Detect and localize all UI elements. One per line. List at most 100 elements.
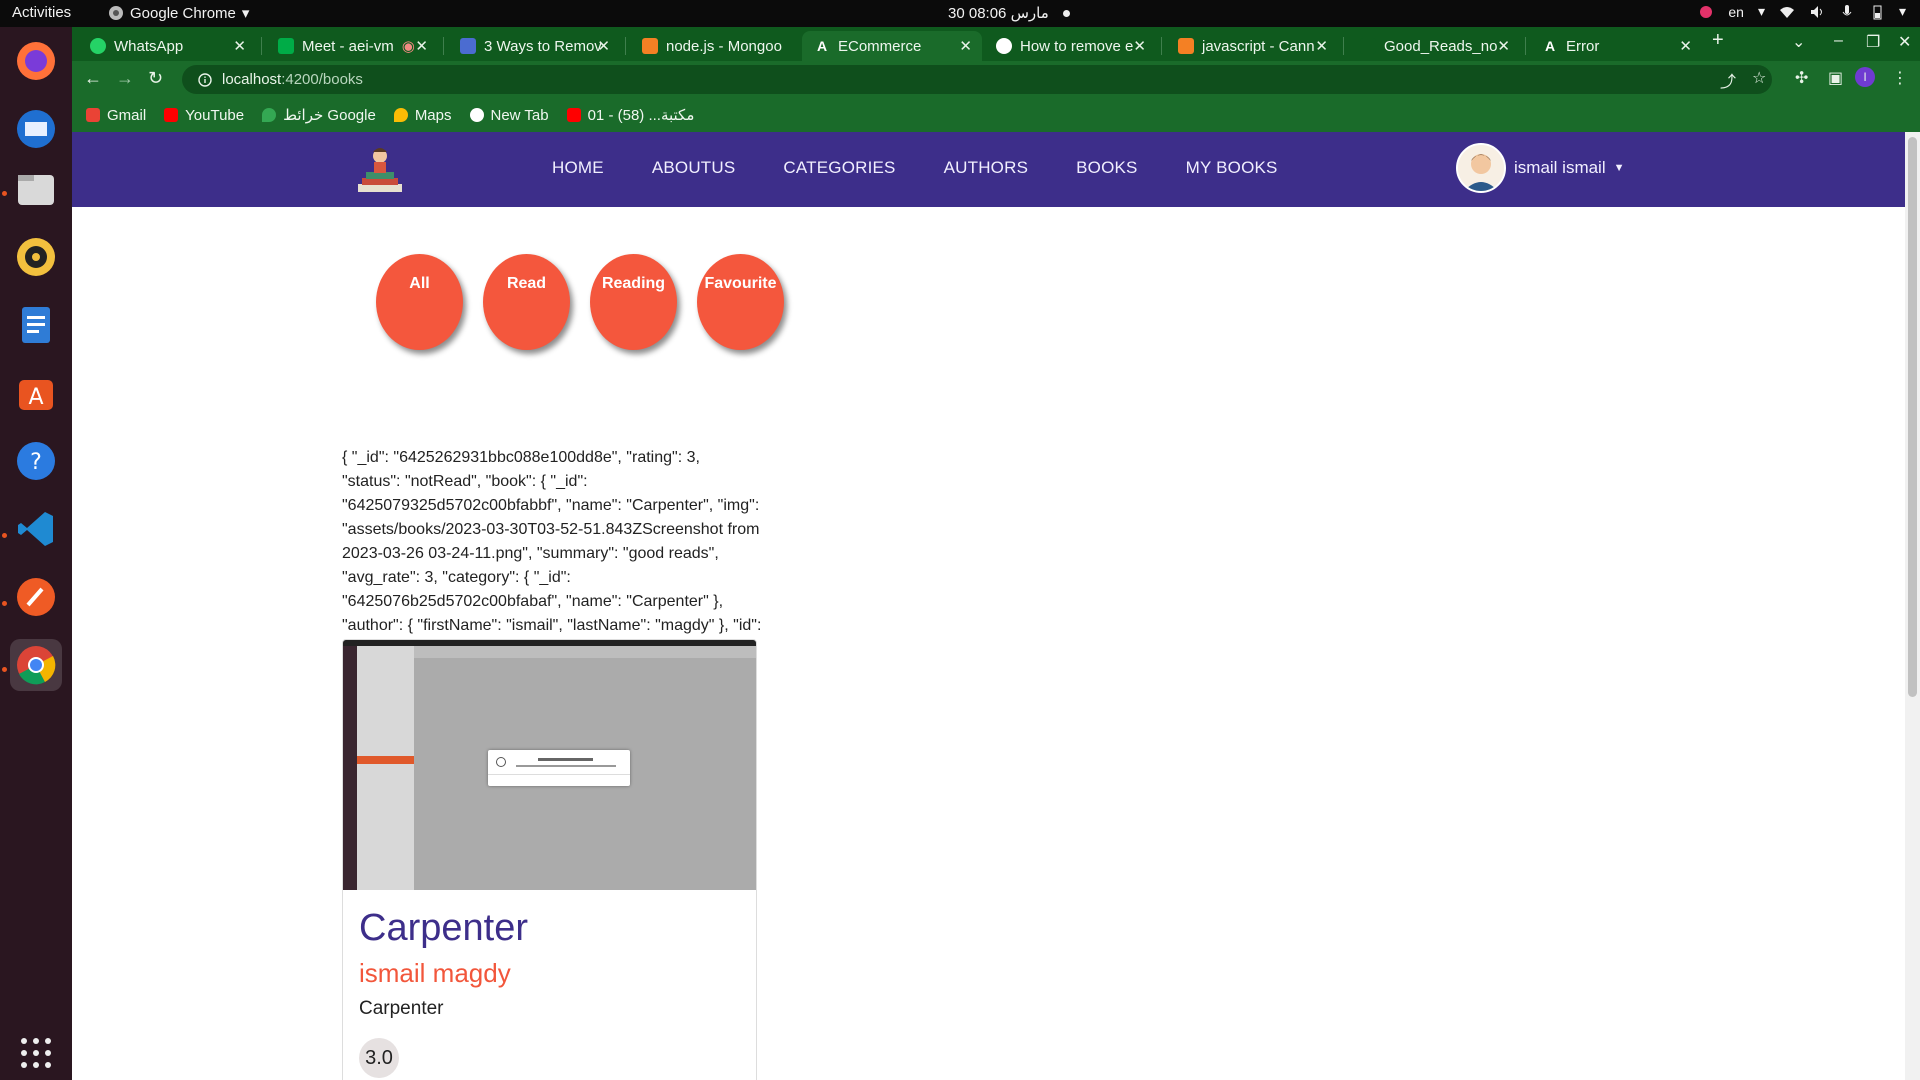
site-logo[interactable] [354, 142, 406, 196]
avatar [1456, 143, 1506, 193]
angular-icon: A [816, 38, 828, 54]
firefox-icon[interactable] [10, 35, 62, 87]
tab-title: ECommerce [838, 37, 922, 55]
tab-how-to-remove[interactable]: How to remove e ✕ [984, 31, 1156, 61]
chevron-down-icon: ▾ [1898, 3, 1906, 19]
filter-read-button[interactable]: Read [483, 254, 570, 350]
side-panel-icon[interactable]: ▣ [1828, 68, 1843, 88]
running-indicator [2, 191, 7, 196]
book-cover-image [343, 640, 756, 890]
nav-home[interactable]: HOME [552, 158, 604, 178]
postman-icon[interactable] [10, 571, 62, 623]
bookmark-label: Maps [414, 106, 452, 124]
book-category: Carpenter [359, 998, 444, 1019]
close-icon[interactable]: ✕ [1497, 37, 1510, 55]
extensions-icon[interactable]: ✣ [1795, 68, 1808, 88]
tab-ecommerce[interactable]: A ECommerce ✕ [802, 31, 982, 61]
tab-title: Good_Reads_no [1384, 37, 1498, 55]
nav-aboutus[interactable]: ABOUTUS [652, 158, 736, 178]
book-title[interactable]: Carpenter [359, 906, 740, 950]
nav-books[interactable]: BOOKS [1076, 158, 1137, 178]
filter-all-button[interactable]: All [376, 254, 463, 350]
activities-button[interactable]: Activities [12, 4, 71, 21]
tab-good-reads[interactable]: Good_Reads_no ✕ [1348, 31, 1520, 61]
files-icon[interactable] [10, 163, 62, 215]
close-icon[interactable]: ✕ [233, 37, 246, 55]
globe-icon [469, 108, 484, 122]
window-close-icon[interactable]: ✕ [1898, 32, 1911, 52]
grid-icon [460, 38, 476, 54]
reload-icon[interactable]: ↻ [148, 68, 163, 89]
bookmark-playlist[interactable]: 01 - مكتبة... (58) [566, 106, 695, 124]
app-center-icon[interactable]: A [10, 367, 62, 419]
user-menu[interactable]: ismail ismail ▼ [1456, 143, 1625, 193]
filter-favourite-button[interactable]: Favourite [697, 254, 784, 350]
scrollbar-thumb[interactable] [1908, 137, 1917, 697]
rating-badge: 3.0 [359, 1038, 399, 1078]
stackoverflow-icon [642, 38, 658, 54]
tab-whatsapp[interactable]: WhatsApp ✕ [78, 31, 256, 61]
bookmark-label: خرائط Google [283, 107, 376, 124]
caret-down-icon: ▼ [1613, 162, 1625, 174]
writer-icon[interactable] [10, 299, 62, 351]
nav-my-books[interactable]: MY BOOKS [1186, 158, 1278, 178]
tab-meet[interactable]: Meet - aei-vm ◉ ✕ [266, 31, 438, 61]
close-icon[interactable]: ✕ [959, 37, 972, 55]
bookmark-label: New Tab [490, 106, 549, 124]
book-card[interactable]: Carpenter ismail magdy Carpenter 3.0 [342, 639, 757, 1080]
bookmark-label: Gmail [107, 106, 147, 124]
tab-title: How to remove e [1020, 37, 1134, 55]
tab-title: Error [1566, 37, 1600, 55]
app-menu[interactable]: Google Chrome ▾ [108, 4, 249, 22]
forward-icon[interactable]: → [116, 68, 134, 89]
user-name: ismail ismail [1514, 158, 1606, 177]
profile-avatar[interactable]: I [1855, 67, 1875, 87]
chevron-down-icon: ▾ [1757, 3, 1765, 19]
more-menu-icon[interactable]: ⋮ [1892, 68, 1908, 88]
address-bar[interactable]: localhost:4200/books [182, 65, 1772, 94]
chrome-app-icon [109, 6, 123, 20]
close-icon[interactable]: ✕ [1679, 37, 1692, 55]
system-tray[interactable]: en ▾ ▾ [1698, 3, 1906, 20]
close-icon[interactable]: ✕ [1133, 37, 1146, 55]
svg-text:?: ? [30, 450, 42, 475]
bookmark-star-icon[interactable]: ☆ [1752, 68, 1766, 88]
close-icon[interactable]: ✕ [1315, 37, 1328, 55]
tab-title: javascript - Cann [1202, 37, 1315, 55]
new-tab-icon[interactable]: + [1712, 29, 1724, 52]
bookmark-new-tab[interactable]: New Tab [469, 106, 549, 124]
language-indicator[interactable]: en [1728, 4, 1744, 20]
clock[interactable]: 30 مارس 08:06 [948, 4, 1070, 22]
nav-categories[interactable]: CATEGORIES [783, 158, 895, 178]
chrome-icon[interactable] [10, 639, 62, 691]
tab-3-ways[interactable]: 3 Ways to Remov ✕ [448, 31, 620, 61]
dock: A ? [0, 27, 72, 1080]
site-navbar: HOME ABOUTUS CATEGORIES AUTHORS BOOKS MY… [72, 132, 1905, 207]
help-icon[interactable]: ? [10, 435, 62, 487]
back-icon[interactable]: ← [84, 68, 102, 89]
share-icon[interactable]: ⤴ [1720, 68, 1736, 92]
close-icon[interactable]: ✕ [597, 37, 610, 55]
tab-nodejs[interactable]: node.js - Mongoo [630, 31, 802, 61]
close-icon[interactable]: ✕ [415, 37, 428, 55]
bookmark-google-maps-ar[interactable]: خرائط Google [262, 106, 376, 124]
nav-authors[interactable]: AUTHORS [944, 158, 1029, 178]
book-author[interactable]: ismail magdy [359, 958, 740, 988]
filter-reading-button[interactable]: Reading [590, 254, 677, 350]
thunderbird-icon[interactable] [10, 103, 62, 155]
angular-icon: A [1544, 38, 1556, 54]
bookmark-youtube[interactable]: YouTube [164, 107, 244, 124]
show-apps-icon[interactable] [10, 1027, 62, 1079]
tab-search-icon[interactable]: ⌄ [1792, 32, 1805, 52]
minimize-icon[interactable]: – [1834, 32, 1843, 50]
bookmark-maps[interactable]: Maps [393, 106, 452, 124]
tab-error[interactable]: A Error ✕ [1530, 31, 1702, 61]
rhythmbox-icon[interactable] [10, 231, 62, 283]
bookmark-label: 01 - مكتبة... (58) [587, 107, 695, 124]
vscode-icon[interactable] [10, 503, 62, 555]
bookmark-gmail[interactable]: Gmail [86, 107, 146, 124]
site-info-icon[interactable] [198, 72, 212, 87]
page-scrollbar[interactable] [1905, 132, 1920, 1080]
tab-javascript[interactable]: javascript - Cann ✕ [1166, 31, 1338, 61]
restore-icon[interactable]: ❐ [1866, 32, 1880, 52]
